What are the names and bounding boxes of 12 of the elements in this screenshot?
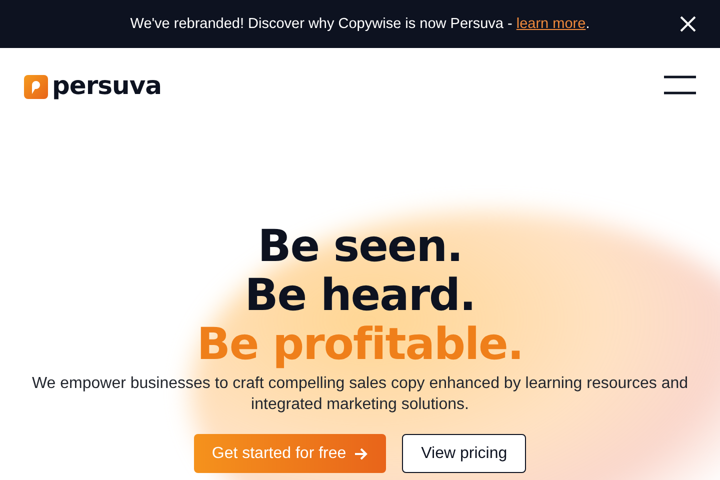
learn-more-link[interactable]: learn more (516, 16, 586, 32)
arrow-icon (354, 446, 368, 460)
headline-line: Be profitable. (196, 320, 524, 369)
headline-line: Be seen. (258, 222, 462, 271)
close-icon[interactable] (680, 16, 696, 32)
hero-subtitle: We empower businesses to craft compelling sales copy enhanced by learning resources and integrated marketing solutions. (30, 374, 690, 415)
headline-line: Be heard. (244, 271, 476, 320)
banner-message: We've rebranded! Discover why Copywise is now Persuva - learn more. (130, 16, 590, 32)
menu-icon[interactable] (664, 75, 696, 95)
logo-text[interactable]: persuva (52, 70, 162, 100)
logo-icon (24, 74, 48, 98)
view-pricing-button[interactable]: View pricing (402, 434, 526, 473)
